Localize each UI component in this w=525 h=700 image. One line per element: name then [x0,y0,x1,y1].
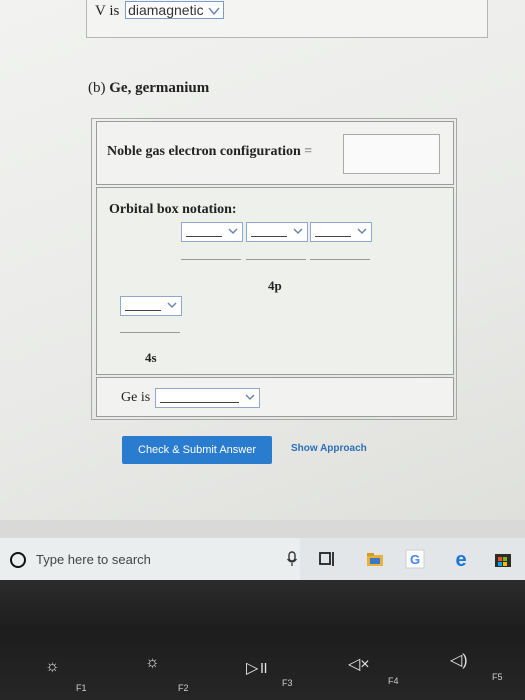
cortana-circle-icon [10,552,26,568]
play-pause-icon: ▷॥ [246,660,268,677]
magnetism-section: Ge is [96,377,454,417]
chrome-icon[interactable]: G [404,548,426,570]
task-view-icon[interactable] [316,548,338,570]
file-explorer-icon[interactable] [364,548,386,570]
sublevel-4s-label: 4s [145,350,157,365]
orbital-4s-underline [120,332,180,333]
windows-taskbar: Type here to search G e [0,538,525,580]
chevron-down-icon [167,302,177,309]
orbital-4p-underline-2 [246,259,306,260]
previous-answer-text: is [109,3,120,19]
magnetism-dropdown-value: diamagnetic [128,2,204,18]
orbital-4s-box-dropdown[interactable] [120,296,182,316]
volume-icon: ◁) [450,652,468,669]
orbital-box-label: Orbital box notation: [109,202,237,217]
key-f4: F4 [388,676,399,686]
taskbar-search-box[interactable]: Type here to search [0,538,300,580]
noble-gas-config-text: Noble gas electron configuration [107,144,301,159]
store-icon[interactable] [492,548,514,570]
element-name: Ge, germanium [109,80,210,96]
key-f3: F3 [282,678,293,688]
orbital-box-section: Orbital box notation: 4p 4s [96,187,454,375]
check-submit-button[interactable]: Check & Submit Answer [122,436,272,464]
orbital-4p-box-2-dropdown[interactable] [246,222,308,242]
dropdown-blank [186,236,222,237]
orbital-4p-box-3-dropdown[interactable] [310,222,372,242]
equals-sign: = [304,144,313,159]
browser-viewport: V is diamagnetic (b) Ge, germanium Noble… [0,0,525,520]
chevron-down-icon [293,228,303,235]
microphone-icon[interactable] [286,551,298,567]
chevron-down-icon [357,228,367,235]
previous-answer-box: V is diamagnetic [86,0,488,38]
svg-text:e: e [455,549,466,570]
key-f5: F5 [492,672,503,682]
brightness-down-icon: ☼ [45,658,60,675]
ge-is-label: Ge is [121,390,151,405]
noble-gas-config-input[interactable] [343,134,440,174]
show-approach-link[interactable]: Show Approach [291,443,367,454]
ge-magnetism-dropdown[interactable] [155,388,260,408]
noble-gas-config-section: Noble gas electron configuration = [96,121,454,185]
dropdown-blank [251,236,287,237]
sublevel-4p-label: 4p [268,278,282,293]
mute-icon: ◁× [348,656,370,673]
chevron-down-icon [208,7,221,16]
laptop-keyboard: ☼ F1 ☼ F2 ▷॥ F3 ◁× F4 ◁) F5 [0,580,525,700]
chevron-down-icon [228,228,238,235]
part-b-heading: (b) Ge, germanium [88,80,209,97]
orbital-4p-underline-1 [181,259,241,260]
key-f2: F2 [178,683,189,693]
taskbar-search-placeholder: Type here to search [36,552,151,567]
noble-gas-config-label: Noble gas electron configuration = [107,144,312,160]
edge-icon[interactable]: e [450,548,472,570]
chevron-down-icon [245,394,255,401]
brightness-up-icon: ☼ [145,654,160,671]
svg-text:G: G [410,552,420,567]
dropdown-blank [160,402,239,403]
previous-answer-line: V is diamagnetic [95,1,225,20]
orbital-4p-box-1-dropdown[interactable] [181,222,243,242]
magnetism-dropdown[interactable]: diamagnetic [125,1,225,19]
orbital-4p-underline-3 [310,259,370,260]
dropdown-blank [125,310,161,311]
dropdown-blank [315,236,351,237]
key-f1: F1 [76,683,87,693]
previous-answer-letter: V [95,3,106,19]
part-letter: (b) [88,80,106,96]
